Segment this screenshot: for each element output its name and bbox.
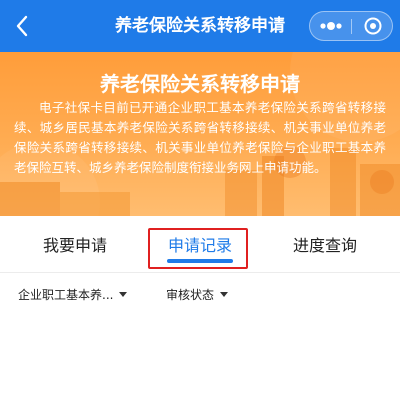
tab-progress-query[interactable]: 进度查询 — [250, 216, 400, 272]
tab-bar: 我要申请 申请记录 进度查询 — [0, 216, 400, 272]
top-navbar: 养老保险关系转移申请 — [0, 0, 400, 52]
more-dots-icon[interactable] — [310, 12, 352, 40]
active-tab-indicator — [167, 259, 233, 263]
banner: 养老保险关系转移申请 电子社保卡目前已开通企业职工基本养老保险关系跨省转移接续、… — [0, 52, 400, 216]
divider — [0, 272, 400, 273]
mini-program-close-icon[interactable] — [352, 12, 394, 40]
banner-title: 养老保险关系转移申请 — [100, 72, 300, 96]
caret-down-icon — [119, 291, 128, 297]
review-status-filter[interactable]: 审核状态 — [166, 284, 229, 304]
insurance-type-filter-label: 企业职工基本养... — [18, 287, 114, 302]
caret-down-icon — [220, 291, 229, 297]
insurance-type-filter[interactable]: 企业职工基本养... — [18, 284, 128, 304]
tab-application-records[interactable]: 申请记录 — [150, 216, 250, 272]
page-title: 养老保险关系转移申请 — [115, 16, 285, 36]
review-status-filter-label: 审核状态 — [166, 287, 215, 302]
mini-program-capsule — [309, 11, 393, 41]
back-arrow-icon[interactable] — [10, 12, 34, 40]
tab-apply[interactable]: 我要申请 — [0, 216, 150, 272]
banner-description: 电子社保卡目前已开通企业职工基本养老保险关系跨省转移接续、城乡居民基本养老保险关… — [14, 100, 386, 175]
